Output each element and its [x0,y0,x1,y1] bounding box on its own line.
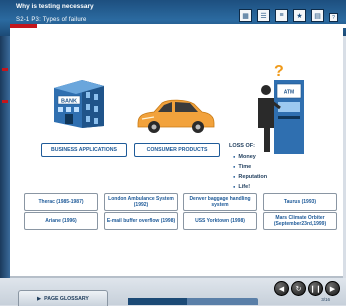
help-icon[interactable]: ? [329,13,338,22]
case-mars-climate-orbiter: Mars Climate Orbiter (September23rd,1999… [263,212,337,230]
next-arrow-icon[interactable]: ▶ [325,281,340,296]
book-icon[interactable]: ▤ [311,9,324,22]
case-taurus: Taurus (1993) [263,193,337,211]
page-counter: 3/16 [321,297,330,302]
case-london-ambulance: London Ambulance System (1992) [104,193,178,211]
business-applications-label: BUSINESS APPLICATIONS [41,143,127,157]
atm-sign: ATM [284,90,294,96]
left-decoration-strip [0,20,10,278]
loss-of-title: LOSS OF: [229,143,255,149]
loss-list: Money Time Reputation Life! [233,152,267,192]
menu-icon[interactable]: ☰ [257,9,270,22]
bank-building-illustration: BANK [54,80,104,128]
loss-item: Reputation [233,172,267,182]
svg-text:?: ? [274,63,284,80]
navigation-controls: ◀ ↻ ❙❙ ▶ [274,281,340,296]
atm-person-illustration: ? ATM [258,63,304,154]
progress-track [128,298,258,305]
page-subtitle: S2-1 P3: Types of failure [16,17,87,23]
app-title: Why is testing necessary [16,3,94,10]
pause-icon[interactable]: ❙❙ [308,281,323,296]
case-therac: Therac (1985-1987) [24,193,98,211]
consumer-products-label: CONSUMER PRODUCTS [134,143,220,157]
bank-sign: BANK [61,99,77,105]
list-icon[interactable]: ≡ [275,9,288,22]
back-arrow-icon[interactable]: ◀ [274,281,289,296]
strip-mark [2,68,8,71]
page-glossary-tab[interactable]: ▶ PAGE GLOSSARY [18,290,108,306]
case-denver-baggage: Denver baggage handling system [183,193,257,211]
grid-icon[interactable]: ▦ [239,9,252,22]
toolbar: ▦ ☰ ≡ ★ ▤ ? [239,9,338,22]
case-ariane: Ariane (1996) [24,212,98,230]
play-icon: ▶ [37,295,42,302]
strip-mark [2,100,8,103]
loss-item: Life! [233,182,267,192]
page-glossary-label: PAGE GLOSSARY [44,295,89,302]
replay-icon[interactable]: ↻ [291,281,306,296]
progress-fill [128,298,187,305]
case-email-buffer: E-mail buffer overflow (1998) [104,212,178,230]
case-uss-yorktown: USS Yorktown (1998) [183,212,257,230]
car-illustration [137,99,215,133]
star-icon[interactable]: ★ [293,9,306,22]
loss-item: Time [233,162,267,172]
loss-item: Money [233,152,267,162]
